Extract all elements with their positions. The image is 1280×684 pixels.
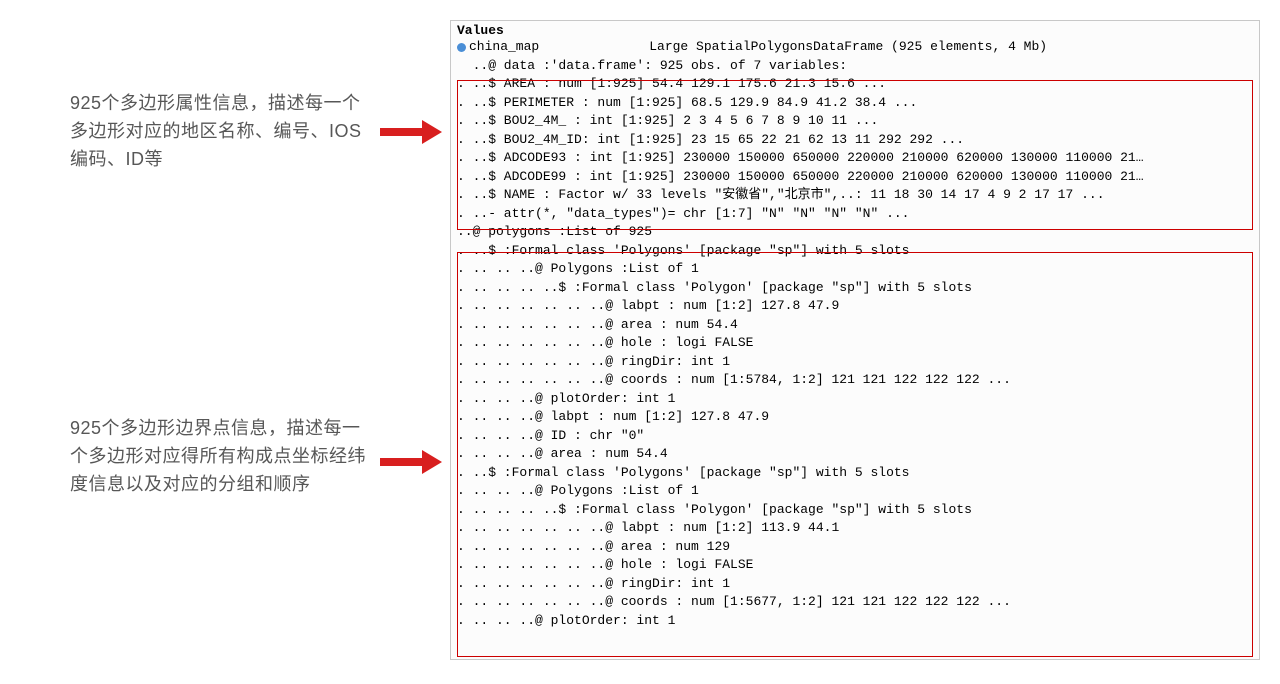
code-line: . ..$ ADCODE93 : int [1:925] 230000 1500… [457, 149, 1255, 168]
code-line: . .. .. .. .. .. ..@ area : num 129 [457, 538, 1255, 557]
code-line: . .. .. ..@ labpt : num [1:2] 127.8 47.9 [457, 408, 1255, 427]
code-line: . .. .. .. .. .. ..@ area : num 54.4 [457, 316, 1255, 335]
annotation-text-1: 925个多边形属性信息，描述每一个多边形对应的地区名称、编号、IOS编码、ID等 [70, 90, 370, 174]
rstudio-environment-panel: Values china_mapLarge SpatialPolygonsDat… [450, 20, 1260, 660]
code-line: . ..$ :Formal class 'Polygons' [package … [457, 464, 1255, 483]
annotation-panel: 925个多边形属性信息，描述每一个多边形对应的地区名称、编号、IOS编码、ID等… [20, 20, 440, 660]
code-line: . ..$ AREA : num [1:925] 54.4 129.1 175.… [457, 75, 1255, 94]
code-line: . .. .. .. .. .. ..@ hole : logi FALSE [457, 556, 1255, 575]
code-line: . ..$ BOU2_4M_ID: int [1:925] 23 15 65 2… [457, 131, 1255, 150]
panel-body: china_mapLarge SpatialPolygonsDataFrame … [451, 38, 1259, 632]
code-line: . .. .. .. ..$ :Formal class 'Polygon' [… [457, 279, 1255, 298]
code-line: . ..$ BOU2_4M_ : int [1:925] 2 3 4 5 6 7… [457, 112, 1255, 131]
code-line: . .. .. .. .. .. ..@ ringDir: int 1 [457, 353, 1255, 372]
code-line: . .. .. ..@ ID : chr "0" [457, 427, 1255, 446]
code-line: . ..$ NAME : Factor w/ 33 levels "安徽省","… [457, 186, 1255, 205]
object-row[interactable]: china_mapLarge SpatialPolygonsDataFrame … [457, 38, 1255, 57]
object-description: Large SpatialPolygonsDataFrame (925 elem… [539, 38, 1047, 57]
code-line: . .. .. .. .. .. ..@ labpt : num [1:2] 1… [457, 519, 1255, 538]
code-line: . .. .. ..@ Polygons :List of 1 [457, 260, 1255, 279]
expand-icon[interactable] [457, 43, 466, 52]
arrow-icon [380, 450, 442, 474]
code-line: . .. .. ..@ Polygons :List of 1 [457, 482, 1255, 501]
code-line: . .. .. .. .. .. ..@ coords : num [1:567… [457, 593, 1255, 612]
panel-section-header: Values [451, 21, 1259, 38]
object-name: china_map [469, 38, 539, 57]
code-line: . .. .. .. .. .. ..@ hole : logi FALSE [457, 334, 1255, 353]
code-line: . .. .. .. .. .. ..@ labpt : num [1:2] 1… [457, 297, 1255, 316]
code-line: . ..$ PERIMETER : num [1:925] 68.5 129.9… [457, 94, 1255, 113]
code-line: . .. .. .. .. .. ..@ ringDir: int 1 [457, 575, 1255, 594]
code-line: . .. .. ..@ plotOrder: int 1 [457, 390, 1255, 409]
arrow-icon [380, 120, 442, 144]
code-line: . ..- attr(*, "data_types")= chr [1:7] "… [457, 205, 1255, 224]
code-line: . .. .. .. .. .. ..@ coords : num [1:578… [457, 371, 1255, 390]
annotation-text-2: 925个多边形边界点信息，描述每一个多边形对应得所有构成点坐标经纬度信息以及对应… [70, 415, 370, 499]
code-line: . .. .. ..@ area : num 54.4 [457, 445, 1255, 464]
code-line: . .. .. .. ..$ :Formal class 'Polygon' [… [457, 501, 1255, 520]
code-line: . ..$ ADCODE99 : int [1:925] 230000 1500… [457, 168, 1255, 187]
code-line: . ..$ :Formal class 'Polygons' [package … [457, 242, 1255, 261]
code-line: ..@ polygons :List of 925 [457, 223, 1255, 242]
code-line: . .. .. ..@ plotOrder: int 1 [457, 612, 1255, 631]
code-line: ..@ data :'data.frame': 925 obs. of 7 va… [457, 57, 1255, 76]
